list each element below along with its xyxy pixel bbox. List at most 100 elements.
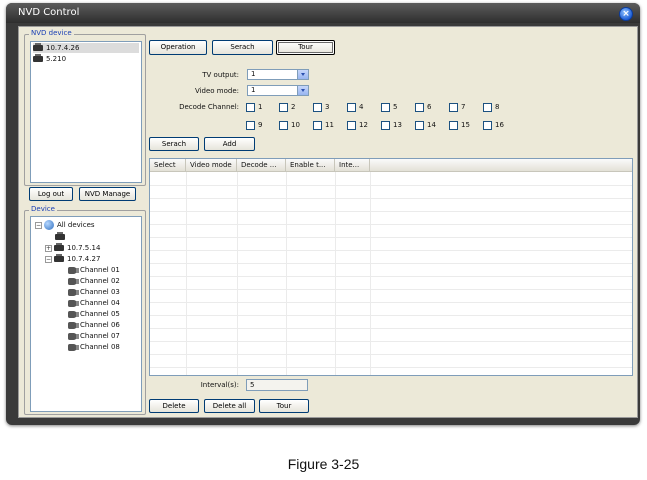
column-video-mode[interactable]: Video mode bbox=[186, 159, 237, 172]
column-enable[interactable]: Enable t... bbox=[286, 159, 335, 172]
device-group: Device − All devices +10.7.5.14 −10.7.4.2… bbox=[24, 205, 146, 415]
camera-icon bbox=[68, 310, 79, 318]
delete-all-button[interactable]: Delete all bbox=[204, 399, 255, 413]
title-bar[interactable]: NVD Control × bbox=[6, 3, 640, 23]
column-decode[interactable]: Decode ... bbox=[237, 159, 286, 172]
channel-checkbox-13[interactable]: 13 bbox=[381, 121, 402, 130]
tree-channel[interactable]: Channel 04 bbox=[68, 298, 120, 308]
nvd-device-item[interactable]: 10.7.4.26 bbox=[33, 43, 139, 53]
channel-checkbox-5[interactable]: 5 bbox=[381, 103, 397, 112]
log-out-button[interactable]: Log out bbox=[29, 187, 73, 201]
search-button[interactable]: Serach bbox=[149, 137, 199, 151]
grid-row-line bbox=[150, 276, 632, 277]
channel-checkbox-12[interactable]: 12 bbox=[347, 121, 368, 130]
add-button[interactable]: Add bbox=[204, 137, 255, 151]
decode-channel-label: Decode Channel: bbox=[179, 103, 239, 111]
tree-channel[interactable]: Channel 07 bbox=[68, 331, 120, 341]
grid-row-line bbox=[150, 302, 632, 303]
grid-divider bbox=[370, 172, 371, 375]
nvd-device-item[interactable]: 5.210 bbox=[33, 54, 139, 64]
channel-checkbox-9[interactable]: 9 bbox=[246, 121, 262, 130]
channel-checkbox-16[interactable]: 16 bbox=[483, 121, 504, 130]
close-icon[interactable]: × bbox=[619, 7, 633, 21]
tree-root-all-devices[interactable]: − All devices bbox=[35, 220, 95, 230]
tree-channel[interactable]: Channel 08 bbox=[68, 342, 120, 352]
channel-checkbox-1[interactable]: 1 bbox=[246, 103, 262, 112]
channel-checkbox-15[interactable]: 15 bbox=[449, 121, 470, 130]
tour-button[interactable]: Tour bbox=[259, 399, 309, 413]
nvd-control-window: NVD Control × NVD device 10.7.4.26 5.210… bbox=[6, 3, 640, 425]
interval-input[interactable]: 5 bbox=[246, 379, 308, 391]
camera-icon bbox=[68, 343, 79, 351]
tab-operation[interactable]: Operation bbox=[149, 40, 207, 55]
grid-row-line bbox=[150, 367, 632, 368]
camera-icon bbox=[68, 299, 79, 307]
nvd-device-list[interactable]: 10.7.4.26 5.210 bbox=[30, 41, 142, 183]
tv-output-select[interactable]: 1 bbox=[247, 69, 309, 80]
tv-output-value: 1 bbox=[251, 70, 256, 78]
chevron-down-icon[interactable] bbox=[297, 70, 308, 79]
channel-checkbox-2[interactable]: 2 bbox=[279, 103, 295, 112]
tree-node-device[interactable]: −10.7.4.27 bbox=[45, 254, 100, 264]
nvd-device-icon bbox=[33, 43, 43, 51]
channel-checkbox-6[interactable]: 6 bbox=[415, 103, 431, 112]
column-select[interactable]: Select bbox=[150, 159, 186, 172]
expand-icon[interactable]: + bbox=[45, 244, 52, 252]
device-icon bbox=[54, 254, 64, 262]
chevron-down-icon[interactable] bbox=[297, 86, 308, 95]
grid-row-line bbox=[150, 354, 632, 355]
grid-divider bbox=[237, 172, 238, 375]
camera-icon bbox=[68, 321, 79, 329]
channel-checkbox-14[interactable]: 14 bbox=[415, 121, 436, 130]
channel-checkbox-8[interactable]: 8 bbox=[483, 103, 499, 112]
video-mode-select[interactable]: 1 bbox=[247, 85, 309, 96]
channel-checkbox-7[interactable]: 7 bbox=[449, 103, 465, 112]
grid-row-line bbox=[150, 263, 632, 264]
column-interval[interactable]: Inte... bbox=[335, 159, 370, 172]
window-title: NVD Control bbox=[18, 7, 80, 18]
grid-row-line bbox=[150, 315, 632, 316]
tv-output-label: TV output: bbox=[202, 71, 239, 79]
grid-row-line bbox=[150, 250, 632, 251]
grid-row-line bbox=[150, 211, 632, 212]
tree-node-device[interactable]: +10.7.5.14 bbox=[45, 243, 100, 253]
channel-checkbox-10[interactable]: 10 bbox=[279, 121, 300, 130]
tree-channel[interactable]: Channel 06 bbox=[68, 320, 120, 330]
collapse-icon[interactable]: − bbox=[35, 221, 42, 229]
camera-icon bbox=[68, 332, 79, 340]
nvd-manage-button[interactable]: NVD Manage bbox=[79, 187, 136, 201]
camera-icon bbox=[68, 266, 79, 274]
device-tree[interactable]: − All devices +10.7.5.14 −10.7.4.27 Chann… bbox=[30, 216, 142, 412]
video-mode-value: 1 bbox=[251, 86, 256, 94]
nvd-device-group: NVD device 10.7.4.26 5.210 bbox=[24, 29, 146, 186]
grid-divider bbox=[186, 172, 187, 375]
grid-row-line bbox=[150, 341, 632, 342]
camera-icon bbox=[68, 288, 79, 296]
tab-search[interactable]: Serach bbox=[212, 40, 273, 55]
delete-button[interactable]: Delete bbox=[149, 399, 199, 413]
grid-row-line bbox=[150, 237, 632, 238]
grid-divider bbox=[286, 172, 287, 375]
globe-icon bbox=[44, 220, 54, 230]
grid-divider bbox=[335, 172, 336, 375]
client-area: NVD device 10.7.4.26 5.210 Log out NVD M… bbox=[18, 26, 638, 418]
tour-table[interactable]: Select Video mode Decode ... Enable t...… bbox=[149, 158, 633, 376]
channel-checkbox-11[interactable]: 11 bbox=[313, 121, 334, 130]
device-icon bbox=[54, 243, 64, 251]
video-mode-label: Video mode: bbox=[194, 87, 239, 95]
channel-checkbox-3[interactable]: 3 bbox=[313, 103, 329, 112]
nvd-device-group-label: NVD device bbox=[29, 29, 74, 37]
grid-row-line bbox=[150, 289, 632, 290]
tree-channel[interactable]: Channel 03 bbox=[68, 287, 120, 297]
interval-label: Interval(s): bbox=[200, 381, 239, 389]
tree-channel[interactable]: Channel 02 bbox=[68, 276, 120, 286]
tour-table-header: Select Video mode Decode ... Enable t...… bbox=[150, 159, 632, 172]
grid-row-line bbox=[150, 224, 632, 225]
tree-channel[interactable]: Channel 05 bbox=[68, 309, 120, 319]
grid-row-line bbox=[150, 328, 632, 329]
collapse-icon[interactable]: − bbox=[45, 255, 52, 263]
channel-checkbox-4[interactable]: 4 bbox=[347, 103, 363, 112]
tree-node-unnamed[interactable] bbox=[55, 232, 68, 242]
tab-tour[interactable]: Tour bbox=[276, 40, 335, 55]
tree-channel[interactable]: Channel 01 bbox=[68, 265, 120, 275]
